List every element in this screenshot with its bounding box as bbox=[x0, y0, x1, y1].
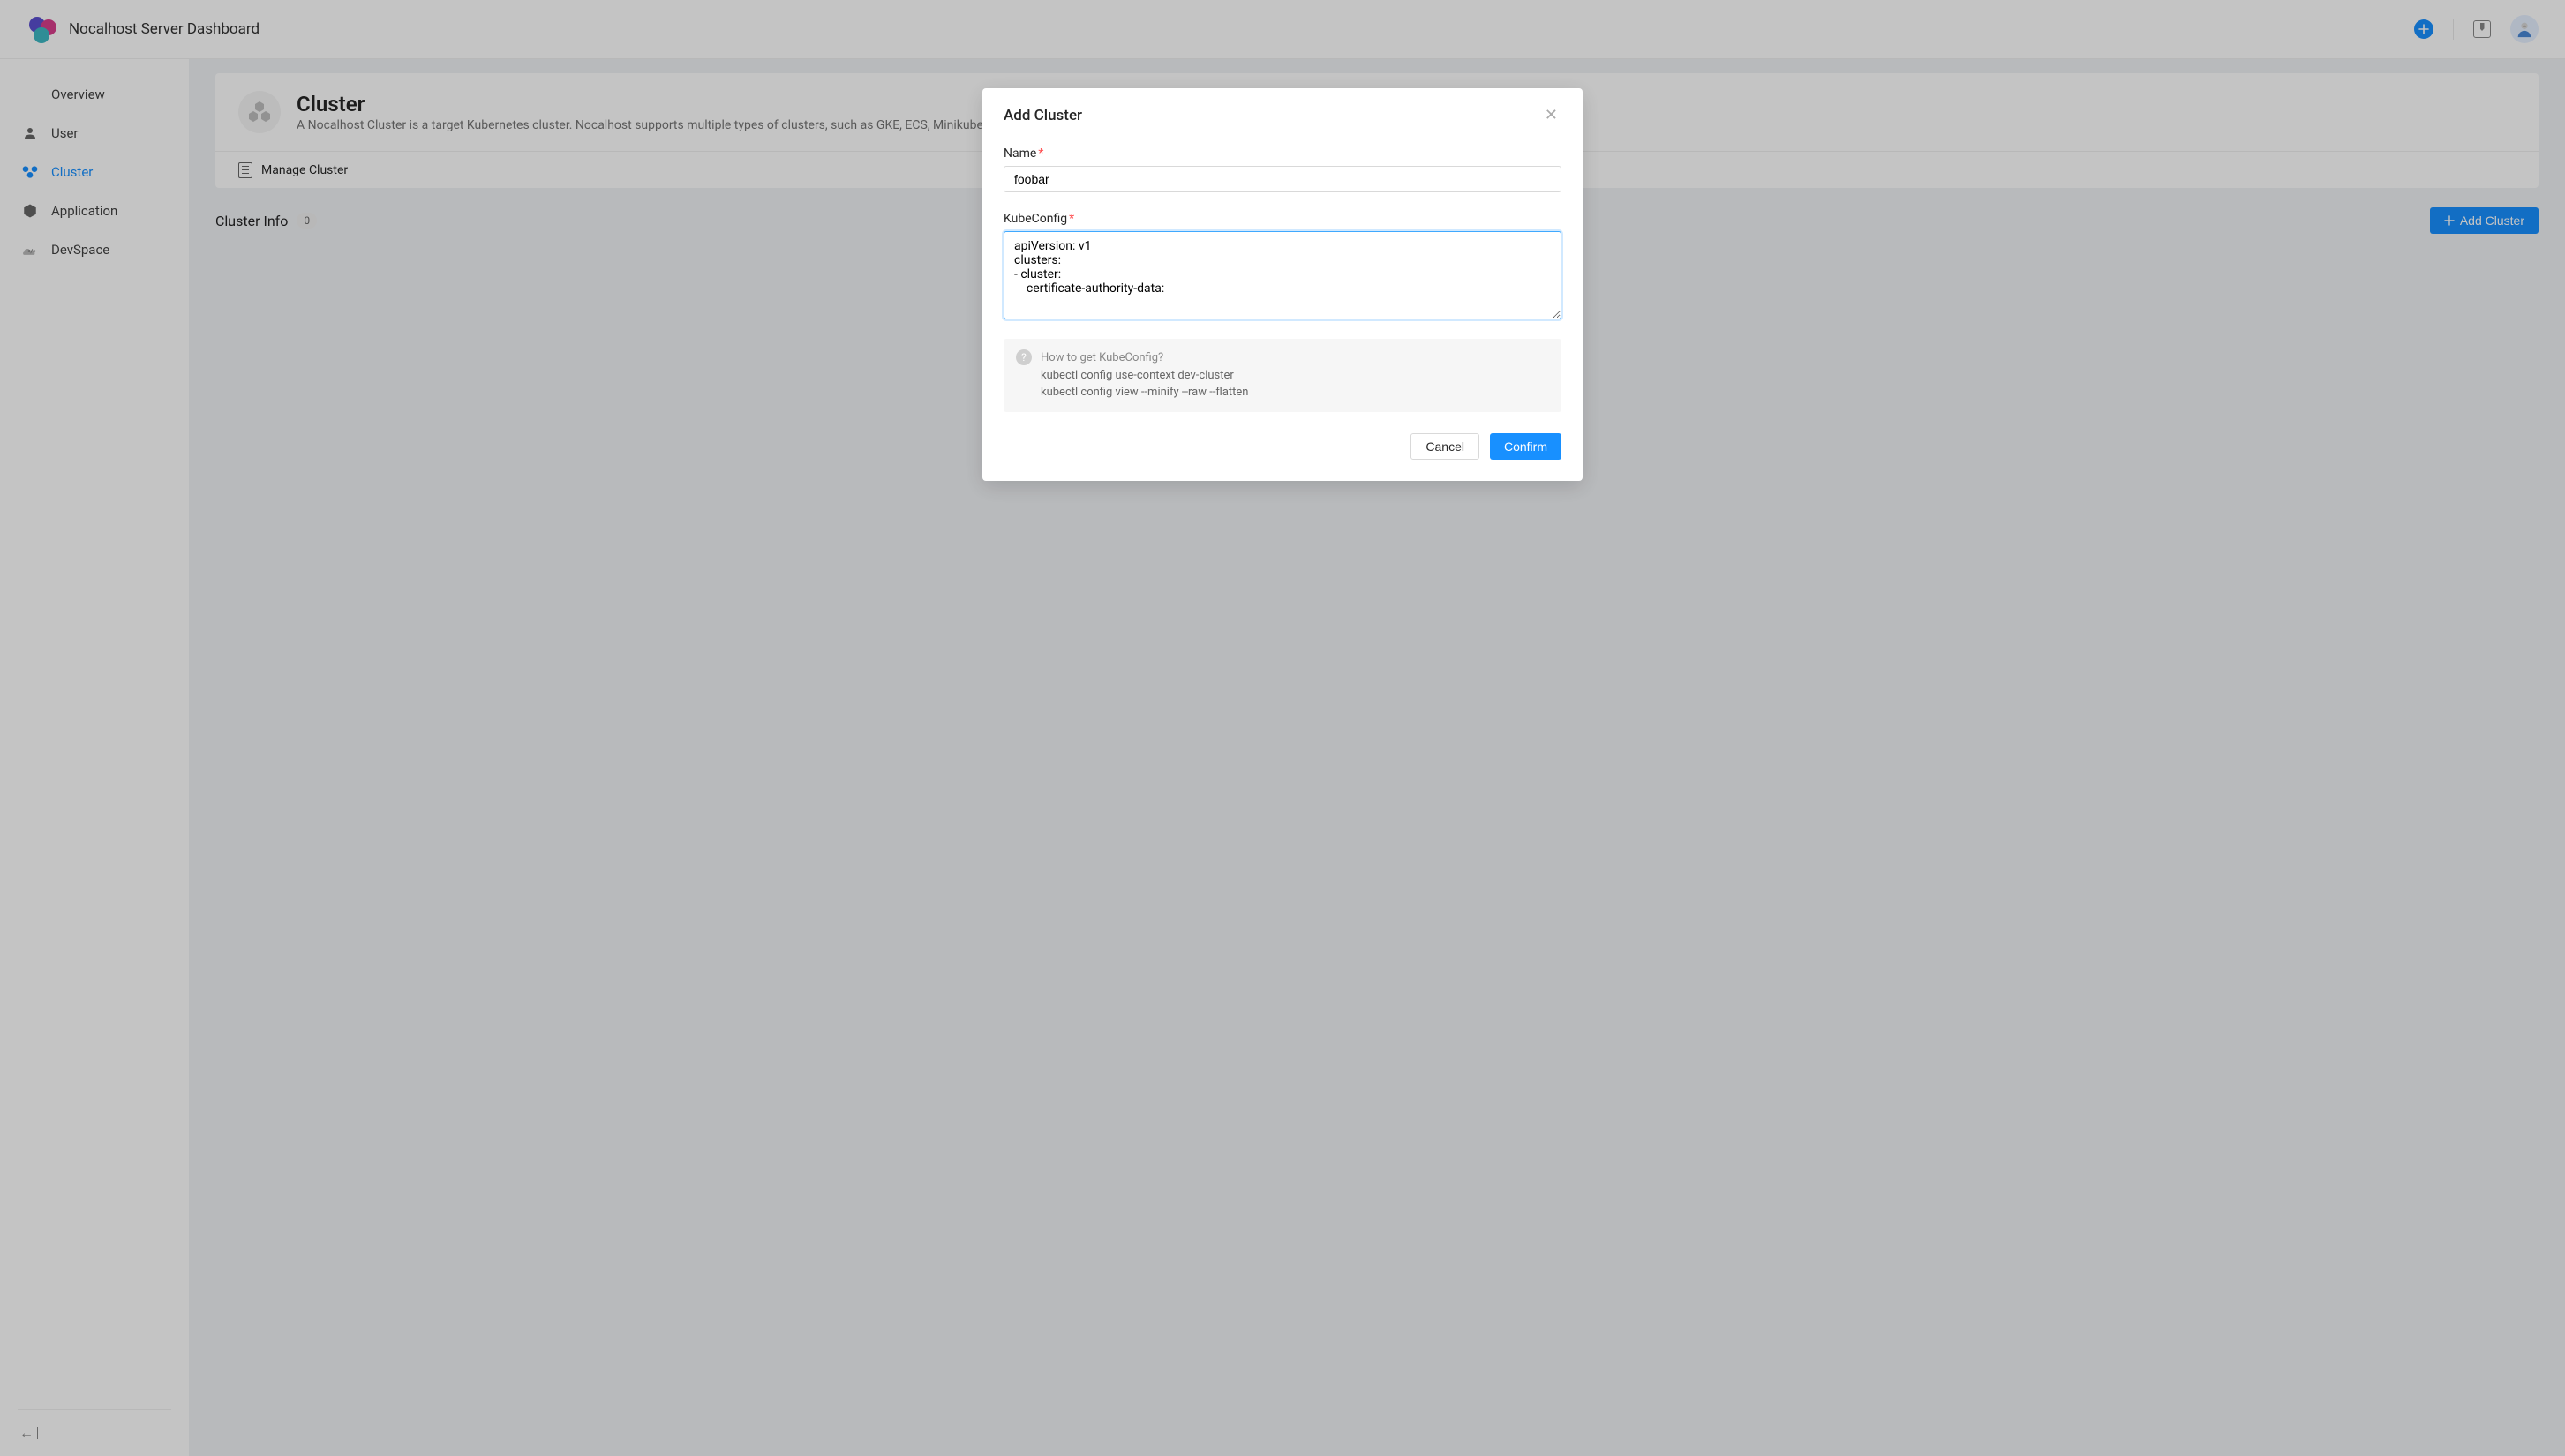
name-label: Name* bbox=[1004, 146, 1561, 161]
kubeconfig-label-text: KubeConfig bbox=[1004, 212, 1067, 226]
required-star-icon: * bbox=[1038, 146, 1043, 161]
kubeconfig-textarea[interactable] bbox=[1004, 231, 1561, 319]
add-cluster-modal: Add Cluster ✕ Name* KubeConfig* ? How to… bbox=[982, 88, 1583, 481]
name-label-text: Name bbox=[1004, 146, 1036, 161]
kubeconfig-label: KubeConfig* bbox=[1004, 212, 1561, 226]
name-input[interactable] bbox=[1004, 166, 1561, 192]
cancel-button[interactable]: Cancel bbox=[1410, 433, 1479, 460]
help-icon: ? bbox=[1016, 349, 1032, 365]
help-command-2: kubectl config view --minify --raw --fla… bbox=[1041, 384, 1248, 402]
help-title: How to get KubeConfig? bbox=[1041, 349, 1248, 367]
modal-title: Add Cluster bbox=[1004, 107, 1082, 124]
required-star-icon: * bbox=[1069, 212, 1074, 226]
kubeconfig-help-box: ? How to get KubeConfig? kubectl config … bbox=[1004, 339, 1561, 412]
help-command-1: kubectl config use-context dev-cluster bbox=[1041, 367, 1248, 385]
confirm-button[interactable]: Confirm bbox=[1490, 433, 1561, 460]
modal-mask: Add Cluster ✕ Name* KubeConfig* ? How to… bbox=[0, 0, 2565, 1456]
close-icon[interactable]: ✕ bbox=[1541, 104, 1561, 127]
